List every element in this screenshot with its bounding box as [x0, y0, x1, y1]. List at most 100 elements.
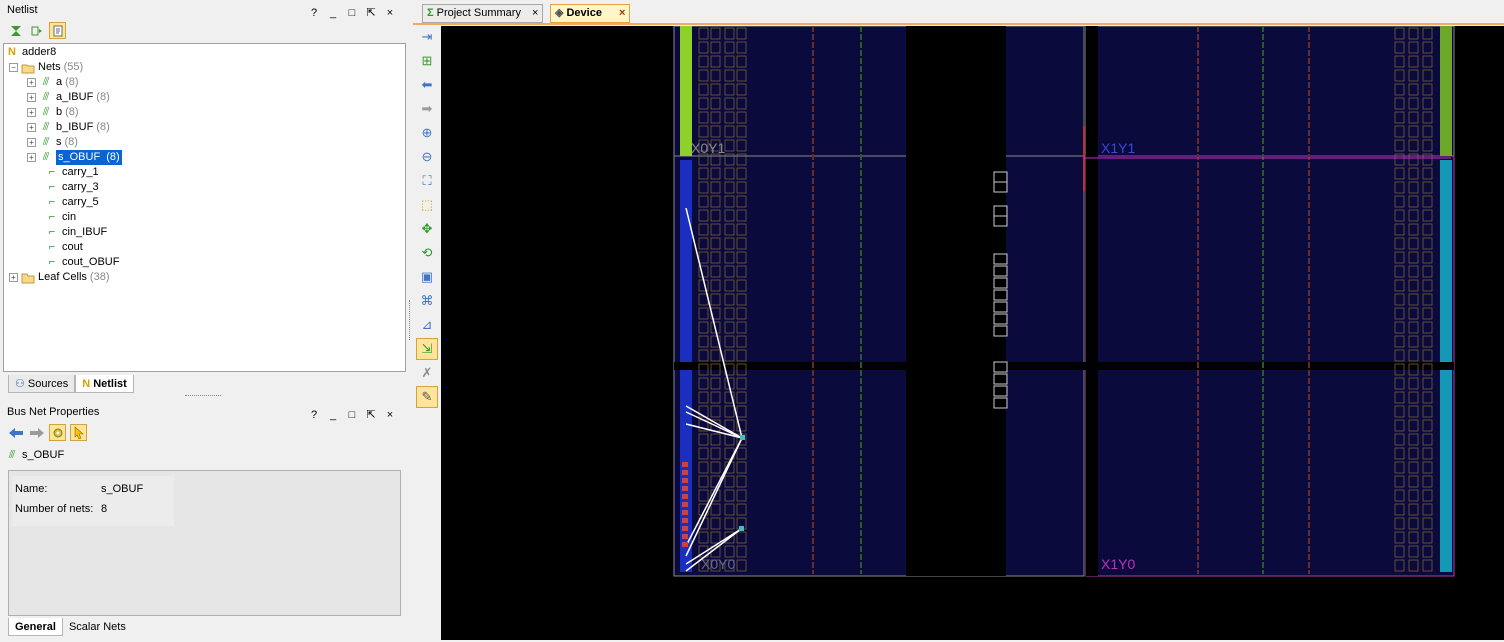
close-button[interactable]: ×: [385, 405, 395, 425]
collapse-all-button[interactable]: [7, 22, 24, 39]
bus-net-count: (8): [96, 121, 110, 133]
select-area-icon: ⬚: [420, 197, 434, 212]
unplace-button[interactable]: ✗: [416, 362, 438, 384]
close-tab-icon[interactable]: ×: [619, 4, 625, 23]
maximize-button[interactable]: □: [347, 405, 357, 425]
bus-net-count: (8): [65, 76, 79, 88]
hierarchy-icon: ⚇: [15, 377, 25, 390]
fit-selection-icon: ✥: [421, 221, 433, 236]
expand-toggle[interactable]: +: [27, 108, 36, 117]
show-nets-button[interactable]: ⇲: [416, 338, 438, 360]
bus-net-label: b: [56, 106, 63, 118]
scalar-net-label: carry_1: [62, 166, 99, 178]
tab-scalar-nets-label: Scalar Nets: [68, 621, 126, 633]
bus-net-label: b_IBUF: [56, 121, 94, 133]
expand-toggle[interactable]: +: [27, 78, 36, 87]
help-button[interactable]: ?: [309, 405, 319, 425]
fit-selection-button[interactable]: ✥: [416, 218, 438, 240]
expand-all-button[interactable]: [28, 22, 45, 39]
netlist-icon: N: [82, 377, 91, 390]
region-label-x0y1: X0Y1: [691, 140, 725, 156]
tab-sources-label: Sources: [27, 377, 69, 390]
zoom-in-icon: ⊕: [421, 125, 433, 140]
tree-bus-net-row-selected[interactable]: + ⫻ s_OBUF (8): [27, 150, 122, 165]
tree-bus-net-row[interactable]: + ⫻ b (8): [27, 105, 79, 120]
show-selection-button[interactable]: [49, 22, 66, 39]
folder-icon: [21, 271, 35, 285]
netlist-tree[interactable]: N adder8 − Nets (55) + ⫻ a (8) + ⫻ a_IBU…: [3, 43, 406, 372]
tab-netlist[interactable]: N Netlist: [75, 375, 134, 393]
tree-bus-net-row[interactable]: + ⫻ s (8): [27, 135, 78, 150]
place-ports-button[interactable]: ⊿: [416, 314, 438, 336]
close-button[interactable]: ×: [385, 3, 395, 23]
auto-update-button[interactable]: [49, 424, 66, 441]
net-icon: ⌐: [48, 241, 56, 253]
nets-folder-label: Nets: [38, 61, 61, 73]
scalar-net-label: cout: [62, 241, 83, 253]
properties-title: Bus Net Properties: [7, 406, 100, 418]
tree-scalar-net-row[interactable]: ⌐ cin: [45, 210, 76, 225]
device-canvas[interactable]: X0Y1 X1Y1 X0Y0 X1Y0: [441, 26, 1504, 640]
float-button[interactable]: ⇱: [366, 3, 376, 23]
help-button[interactable]: ?: [309, 3, 319, 23]
tree-scalar-net-row[interactable]: ⌐ carry_1: [45, 165, 99, 180]
left-pane: Netlist ? _ □ ⇱ × N adder8 − Nets (55) +…: [0, 0, 409, 642]
select-button[interactable]: [70, 424, 87, 441]
tree-scalar-net-row[interactable]: ⌐ cout: [45, 240, 83, 255]
float-button[interactable]: ⇱: [366, 405, 376, 425]
tree-scalar-net-row[interactable]: ⌐ cin_IBUF: [45, 225, 107, 240]
back-button[interactable]: ⬅: [416, 74, 438, 96]
close-tab-icon[interactable]: ×: [532, 4, 538, 23]
collapse-all-icon: [10, 25, 21, 36]
leaf-cells-folder-row[interactable]: + Leaf Cells (38): [9, 270, 109, 285]
io-pin: [682, 502, 688, 507]
collapse-toggle[interactable]: −: [9, 63, 18, 72]
properties-window-buttons: ? _ □ ⇱ ×: [309, 405, 395, 425]
splitter-handle[interactable]: [185, 395, 221, 397]
expand-toggle[interactable]: +: [9, 273, 18, 282]
bus-net-icon: ⫻: [42, 151, 50, 163]
tab-project-summary[interactable]: Σ Project Summary ×: [422, 4, 544, 23]
minimize-button[interactable]: _: [328, 405, 338, 425]
io-bank-green: [680, 26, 692, 156]
net-icon: ⌐: [48, 181, 56, 193]
selected-net[interactable]: s_OBUF (8): [56, 150, 122, 165]
tree-bus-net-row[interactable]: + ⫻ b_IBUF (8): [27, 120, 110, 135]
tab-device[interactable]: ◈ Device ×: [550, 4, 631, 23]
tab-netlist-label: Netlist: [93, 377, 127, 390]
nets-folder-row[interactable]: − Nets (55): [9, 60, 83, 75]
tree-root-row[interactable]: N adder8: [5, 45, 56, 60]
back-button[interactable]: [7, 424, 24, 441]
forward-button[interactable]: [28, 424, 45, 441]
go-to-button[interactable]: ⇥: [416, 26, 438, 48]
property-object-name: s_OBUF: [22, 449, 65, 461]
zoom-out-button[interactable]: ⊖: [416, 146, 438, 168]
property-label: Name:: [15, 483, 48, 495]
zoom-out-icon: ⊖: [421, 149, 433, 164]
tree-bus-net-row[interactable]: + ⫻ a_IBUF (8): [27, 90, 110, 105]
create-pblock-button[interactable]: ▣: [416, 266, 438, 288]
arrow-right-icon: ➡: [421, 101, 433, 116]
tree-bus-net-row[interactable]: + ⫻ a (8): [27, 75, 79, 90]
expand-toggle[interactable]: +: [27, 93, 36, 102]
tree-scalar-net-row[interactable]: ⌐ cout_OBUF: [45, 255, 120, 270]
routing-button[interactable]: ⌘: [416, 290, 438, 312]
select-area-button[interactable]: ⬚: [416, 194, 438, 216]
highlight-button[interactable]: ✎: [416, 386, 438, 408]
hierarchy-button[interactable]: ⊞: [416, 50, 438, 72]
tab-sources[interactable]: ⚇ Sources: [8, 375, 76, 393]
zoom-in-button[interactable]: ⊕: [416, 122, 438, 144]
expand-toggle[interactable]: +: [27, 123, 36, 132]
expand-toggle[interactable]: +: [27, 153, 36, 162]
tree-scalar-net-row[interactable]: ⌐ carry_3: [45, 180, 99, 195]
tab-scalar-nets[interactable]: Scalar Nets: [62, 618, 132, 636]
maximize-button[interactable]: □: [347, 3, 357, 23]
pane-splitter[interactable]: [409, 300, 411, 340]
forward-button[interactable]: ➡: [416, 98, 438, 120]
minimize-button[interactable]: _: [328, 3, 338, 23]
tab-general[interactable]: General: [8, 618, 63, 636]
auto-fit-button[interactable]: ⟲: [416, 242, 438, 264]
tree-scalar-net-row[interactable]: ⌐ carry_5: [45, 195, 99, 210]
zoom-fit-button[interactable]: ⛶: [416, 170, 438, 192]
expand-toggle[interactable]: +: [27, 138, 36, 147]
